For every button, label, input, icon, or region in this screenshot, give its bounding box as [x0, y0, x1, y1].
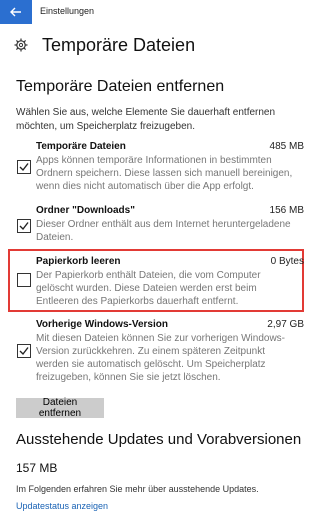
item-title: Papierkorb leeren	[36, 256, 121, 267]
item-title: Vorherige Windows-Version	[36, 319, 168, 330]
checkmark-icon	[19, 163, 29, 172]
item-description: Der Papierkorb enthält Dateien, die vom …	[36, 270, 261, 307]
item-size: 2,97 GB	[267, 319, 304, 330]
item-title: Ordner "Downloads"	[36, 205, 135, 216]
updates-status-link[interactable]: Updatestatus anzeigen	[16, 501, 108, 511]
item-description: Apps können temporäre Informationen in b…	[36, 155, 293, 192]
section-heading: Temporäre Dateien entfernen	[16, 78, 225, 95]
updates-info: Im Folgenden erfahren Sie mehr über auss…	[16, 484, 259, 494]
checkbox-previous-windows[interactable]	[17, 344, 31, 358]
updates-size: 157 MB	[16, 461, 58, 475]
section-description: Wählen Sie aus, welche Elemente Sie daue…	[16, 107, 276, 132]
back-button[interactable]	[0, 0, 32, 24]
checkbox-downloads[interactable]	[17, 219, 31, 233]
checkbox-temporary-files[interactable]	[17, 160, 31, 174]
list-item-downloads: Ordner "Downloads" 156 MB Dieser Ordner …	[12, 205, 304, 243]
window-title: Einstellungen	[40, 6, 95, 16]
arrow-left-icon	[10, 7, 21, 17]
updates-heading: Ausstehende Updates und Vorabversionen	[16, 431, 302, 448]
title-bar: Einstellungen	[0, 0, 320, 24]
list-item-recycle-bin: Papierkorb leeren 0 Bytes Der Papierkorb…	[12, 256, 304, 307]
page-title: Temporäre Dateien	[42, 35, 196, 55]
list-item-previous-windows: Vorherige Windows-Version 2,97 GB Mit di…	[12, 319, 304, 385]
gear-icon	[14, 38, 28, 52]
item-title: Temporäre Dateien	[36, 141, 126, 152]
item-size: 0 Bytes	[270, 256, 304, 267]
list-item-temporary-files: Temporäre Dateien 485 MB Apps können tem…	[12, 141, 304, 193]
checkbox-recycle-bin[interactable]	[17, 273, 31, 287]
item-description: Dieser Ordner enthält aus dem Internet h…	[36, 219, 291, 243]
remove-files-button[interactable]: Dateien entfernen	[16, 397, 104, 419]
item-description: Mit diesen Dateien können Sie zur vorher…	[36, 333, 286, 383]
item-size: 485 MB	[269, 141, 304, 152]
item-size: 156 MB	[269, 205, 304, 216]
checkmark-icon	[19, 222, 29, 231]
checkmark-icon	[19, 347, 29, 356]
